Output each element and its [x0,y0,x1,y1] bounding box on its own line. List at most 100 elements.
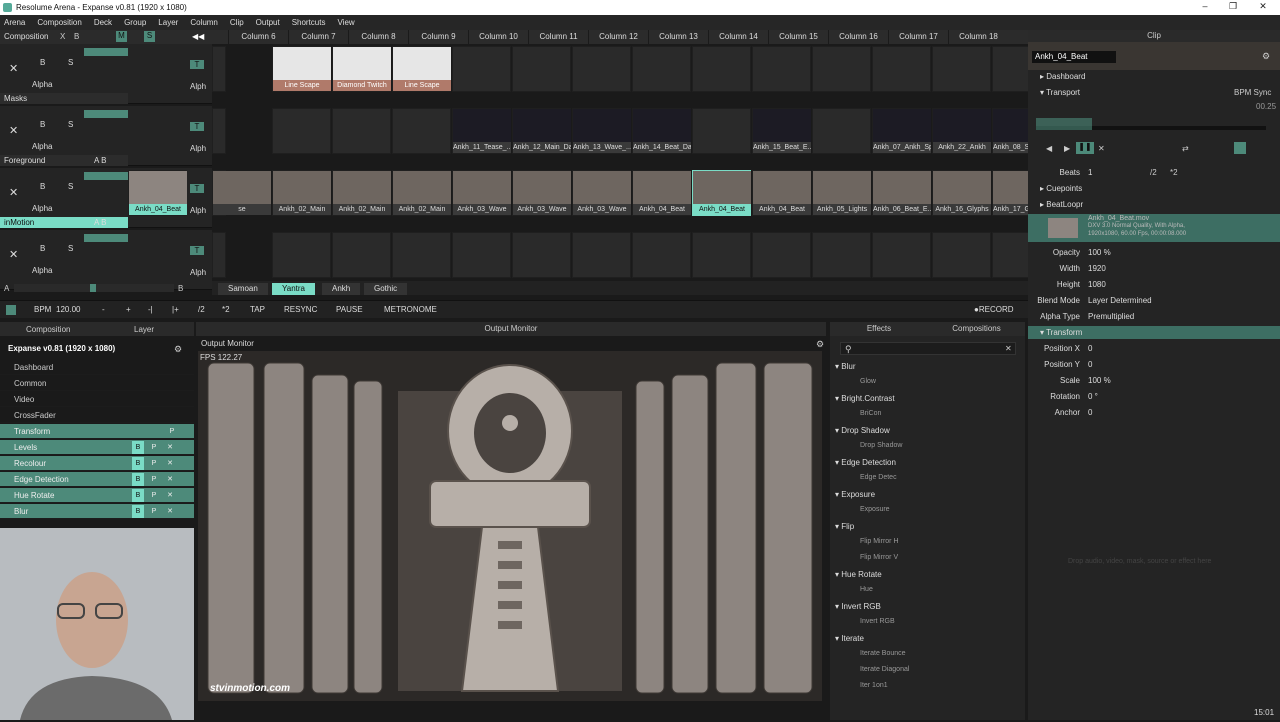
layer-clear-button[interactable]: ✕ [9,62,18,75]
height-value[interactable]: 1080 [1088,280,1106,289]
layer-bypass-button[interactable]: B [40,58,45,67]
clip-slot[interactable]: Ankh_02_Main [272,170,331,216]
comp-s-button[interactable]: S [144,31,155,42]
deck-tab-ankh[interactable]: Ankh [322,283,361,295]
deck-tab-yantra[interactable]: Yantra [272,283,315,295]
clip-slot[interactable] [692,46,751,92]
minimize-button[interactable]: – [1190,1,1220,14]
clip-slot[interactable]: Ankh_16_Glyphs [932,170,991,216]
layer-clear-button[interactable]: ✕ [9,124,18,137]
beats-double-button[interactable]: *2 [1170,168,1178,177]
prop-remove-button[interactable]: ✕ [164,473,176,486]
maximize-button[interactable]: ❐ [1218,1,1248,14]
bpm-nudge-down-button[interactable]: -| [148,305,153,314]
menu-group[interactable]: Group [124,18,146,27]
crossfader-slider[interactable] [14,284,174,292]
clip-slot[interactable] [332,108,391,154]
clip-gear-icon[interactable]: ⚙ [1262,51,1270,62]
beats-half-button[interactable]: /2 [1150,168,1157,177]
clip-slot[interactable] [392,232,451,278]
comp-prop-row[interactable]: Transform P [0,424,194,439]
beatloopr-section[interactable]: ▸ BeatLoopr [1028,198,1280,211]
clip-slot[interactable] [212,232,226,278]
clip-slot[interactable] [812,46,871,92]
clip-dashboard-section[interactable]: ▸ Dashboard [1028,70,1280,83]
comp-prop-row[interactable]: CrossFader [0,408,194,423]
prop-param-button[interactable]: P [148,457,160,470]
bpm-half-button[interactable]: /2 [198,305,205,314]
comp-prop-row[interactable]: Dashboard [0,360,194,375]
layer-clear-button[interactable]: ✕ [9,186,18,199]
effect-category[interactable]: ▾ Invert RGB [835,602,881,611]
output-preview[interactable]: FPS 122.27 stvinmotion.com [198,351,822,701]
menu-column[interactable]: Column [190,18,218,27]
clip-slot[interactable] [872,232,931,278]
comp-m-button[interactable]: M [116,31,127,42]
metronome-button[interactable]: METRONOME [384,305,437,314]
prop-param-button[interactable]: P [148,489,160,502]
menu-composition[interactable]: Composition [37,18,81,27]
clip-slot[interactable] [632,232,691,278]
effects-search-input[interactable]: ⚲ ✕ [840,342,1016,355]
clip-slot[interactable] [692,232,751,278]
clip-slot[interactable] [752,46,811,92]
clip-slot[interactable]: Line Scape [392,46,451,92]
record-button[interactable]: ●RECORD [974,305,1014,314]
clip-slot[interactable] [512,46,571,92]
menu-view[interactable]: View [337,18,354,27]
layer-solo-button[interactable]: S [68,120,73,129]
prop-bypass-button[interactable]: B [132,473,144,486]
bpm-minus-button[interactable]: - [102,305,105,314]
clear-search-icon[interactable]: ✕ [1005,344,1012,353]
composition-label[interactable]: Composition [4,32,48,41]
clip-slot[interactable]: Ankh_04_Beat [128,170,187,216]
comp-clear-button[interactable]: X [60,32,65,41]
comp-prop-row[interactable]: Recolour B P ✕ [0,456,194,471]
layer-bypass-button[interactable]: B [40,182,45,191]
clip-slot[interactable]: Ankh_03_Wave [452,170,511,216]
position-y-value[interactable]: 0 [1088,360,1092,369]
effect-item[interactable]: Flip Mirror H [860,538,899,545]
clip-slot[interactable]: Ankh_06_Beat_E... [872,170,931,216]
bpm-sync-dropdown[interactable]: BPM Sync [1234,88,1271,97]
clip-slot[interactable]: se [212,170,271,216]
deck-tab-samoan[interactable]: Samoan [218,283,268,295]
column-header[interactable]: Column 10 [468,30,528,44]
effect-item[interactable]: Iterate Diagonal [860,666,909,673]
clip-slot[interactable]: Ankh_04_Beat [692,170,751,216]
menu-output[interactable]: Output [256,18,280,27]
clip-slot[interactable] [932,46,991,92]
column-header[interactable]: Column 18 [948,30,1008,44]
crossfader-handle[interactable] [90,284,96,292]
tab-layer[interactable]: Layer [134,325,154,334]
effect-category[interactable]: ▾ Flip [835,522,854,531]
comp-prop-row[interactable]: Levels B P ✕ [0,440,194,455]
effect-item[interactable]: Iter 1on1 [860,682,888,689]
clip-slot[interactable]: Line Scape [272,46,331,92]
comp-prop-row[interactable]: Edge Detection B P ✕ [0,472,194,487]
comp-prop-row[interactable]: Common [0,376,194,391]
layer-blend-label[interactable]: Alpha [32,266,52,275]
effect-category[interactable]: ▾ Iterate [835,634,864,643]
clip-slot[interactable] [812,232,871,278]
column-header[interactable]: Column 8 [348,30,408,44]
layer-bypass-button[interactable]: B [40,120,45,129]
column-header[interactable]: Column 15 [768,30,828,44]
effect-item[interactable]: Exposure [860,506,890,513]
effect-category[interactable]: ▾ Drop Shadow [835,426,890,435]
cuepoints-section[interactable]: ▸ Cuepoints [1028,182,1280,195]
prop-bypass-button[interactable]: B [132,441,144,454]
output-gear-icon[interactable]: ⚙ [816,339,824,350]
menu-clip[interactable]: Clip [230,18,244,27]
deck-tab-gothic[interactable]: Gothic [364,283,408,295]
clip-slot[interactable]: Ankh_14_Beat_Dark [632,108,691,154]
gear-icon[interactable]: ⚙ [174,344,182,355]
comp-prop-row[interactable]: Blur B P ✕ [0,504,194,519]
effect-category[interactable]: ▾ Hue Rotate [835,570,882,579]
clip-slot[interactable] [632,46,691,92]
clip-slot[interactable] [572,232,631,278]
clip-slot[interactable]: Ankh_03_Wave [512,170,571,216]
effect-category[interactable]: ▾ Exposure [835,490,875,499]
menu-layer[interactable]: Layer [158,18,178,27]
effect-item[interactable]: Invert RGB [860,618,895,625]
